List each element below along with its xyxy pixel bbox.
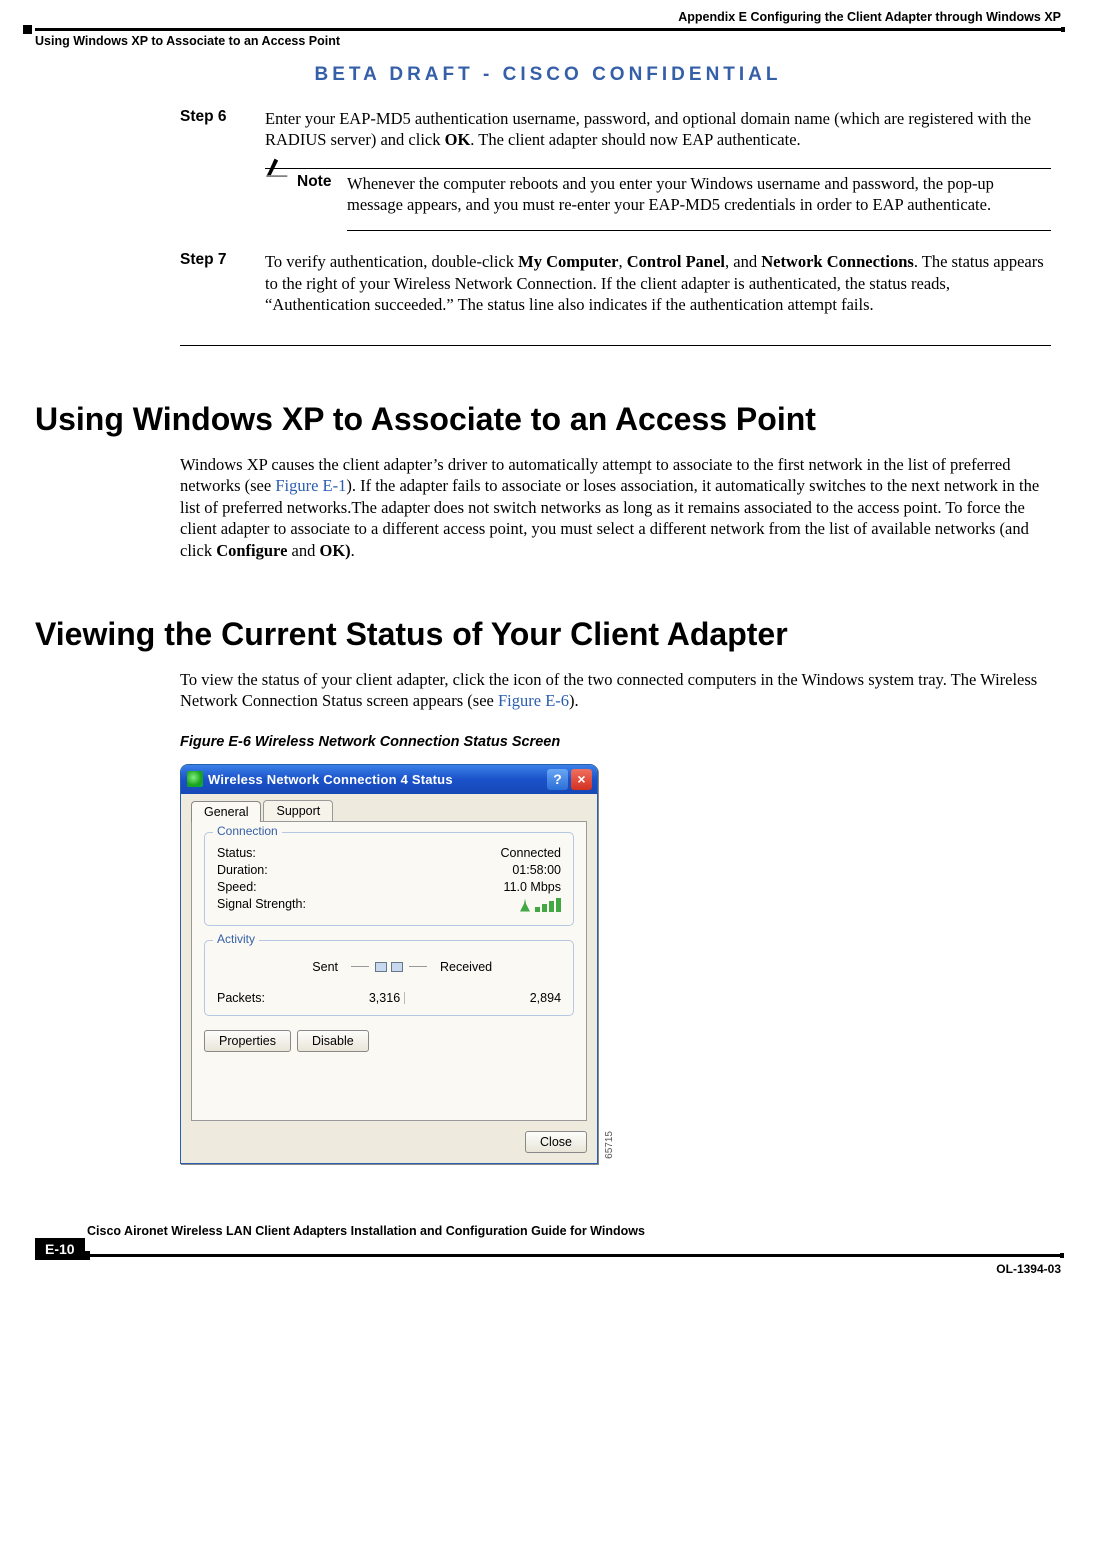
dialog-title: Wireless Network Connection 4 Status (208, 772, 544, 787)
step-7-b3: Network Connections (761, 252, 914, 271)
step-7: Step 7 To verify authentication, double-… (35, 251, 1061, 345)
footer-book-title: Cisco Aironet Wireless LAN Client Adapte… (35, 1220, 1061, 1238)
disable-button[interactable]: Disable (297, 1030, 369, 1052)
appendix-title: Appendix E Configuring the Client Adapte… (678, 10, 1061, 24)
tab-strip: General Support (191, 800, 587, 821)
signal-label: Signal Strength: (217, 897, 389, 912)
pencil-note-icon (265, 155, 297, 182)
step-7-body: To verify authentication, double-click M… (265, 251, 1051, 314)
para1-b2: OK) (319, 541, 350, 560)
step-7-pre: To verify authentication, double-click (265, 252, 518, 271)
para1-t3: and (287, 541, 319, 560)
tab-general[interactable]: General (191, 801, 261, 822)
signal-bars-icon (520, 898, 561, 912)
para1-b1: Configure (216, 541, 287, 560)
figure-image-id: 65715 (604, 1131, 615, 1159)
step-7-mid2: , and (725, 252, 761, 271)
para-status: To view the status of your client adapte… (35, 669, 1061, 712)
heading-status: Viewing the Current Status of Your Clien… (35, 616, 1061, 653)
received-label: Received (430, 960, 516, 974)
page: Appendix E Configuring the Client Adapte… (0, 0, 1096, 1296)
dialog-titlebar[interactable]: Wireless Network Connection 4 Status ? × (181, 765, 597, 794)
para1-t4: . (351, 541, 355, 560)
para2-t1: To view the status of your client adapte… (180, 670, 1037, 710)
group-connection-legend: Connection (213, 824, 282, 838)
para2-t2: ). (569, 691, 579, 710)
step-6-body: Enter your EAP-MD5 authentication userna… (265, 108, 1051, 150)
packets-received-value: 2,894 (446, 991, 561, 1005)
step-7-b1: My Computer (518, 252, 618, 271)
group-activity-legend: Activity (213, 932, 259, 946)
close-button[interactable]: × (571, 769, 592, 790)
status-label: Status: (217, 846, 389, 860)
step-7-b2: Control Panel (627, 252, 725, 271)
tab-support[interactable]: Support (263, 800, 333, 821)
step-6-text-b: . The client adapter should now EAP auth… (470, 130, 800, 149)
duration-label: Duration: (217, 863, 389, 877)
footer-rule (85, 1254, 1061, 1257)
group-connection: Connection Status: Connected Duration: 0… (204, 832, 574, 926)
speed-label: Speed: (217, 880, 389, 894)
note-text: Whenever the computer reboots and you en… (347, 169, 1051, 223)
status-value: Connected (389, 846, 561, 860)
note-block: Note Whenever the computer reboots and y… (265, 168, 1051, 223)
speed-value: 11.0 Mbps (389, 880, 561, 894)
header-section: Using Windows XP to Associate to an Acce… (35, 31, 1061, 48)
tab-panel: Connection Status: Connected Duration: 0… (191, 821, 587, 1121)
packets-sent-value: 3,316 (369, 991, 400, 1005)
step-6: Step 6 Enter your EAP-MD5 authentication… (35, 108, 1061, 223)
status-dialog: Wireless Network Connection 4 Status ? ×… (180, 764, 598, 1164)
step-6-ok: OK (445, 130, 471, 149)
footer-doc-number: OL-1394-03 (35, 1260, 1061, 1276)
para-associate: Windows XP causes the client adapter’s d… (35, 454, 1061, 561)
wireless-icon (187, 771, 203, 787)
figure-caption: Figure E-6 Wireless Network Connection S… (35, 734, 1061, 750)
sent-label: Sent (262, 960, 348, 974)
section-end-rule (180, 345, 1051, 346)
link-figure-e6[interactable]: Figure E-6 (498, 691, 569, 710)
confidential-banner: BETA DRAFT - CISCO CONFIDENTIAL (35, 64, 1061, 86)
activity-computers-icon (372, 953, 406, 981)
button-row: Properties Disable (204, 1030, 574, 1052)
page-footer: Cisco Aironet Wireless LAN Client Adapte… (35, 1220, 1061, 1276)
divider (404, 992, 405, 1004)
step-6-label: Step 6 (180, 108, 265, 150)
link-figure-e1[interactable]: Figure E-1 (275, 476, 346, 495)
step-7-mid1: , (619, 252, 627, 271)
running-header: Appendix E Configuring the Client Adapte… (35, 10, 1061, 26)
header-rule (35, 28, 1061, 31)
note-label: Note (297, 169, 347, 191)
packets-label: Packets: (217, 991, 332, 1005)
signal-strength-indicator (389, 897, 561, 912)
heading-associate: Using Windows XP to Associate to an Acce… (35, 401, 1061, 438)
step-7-label: Step 7 (180, 251, 265, 314)
help-button[interactable]: ? (547, 769, 568, 790)
page-number: E-10 (35, 1238, 85, 1260)
close-dialog-button[interactable]: Close (525, 1131, 587, 1153)
dialog-body: General Support Connection Status: Conne… (181, 794, 597, 1163)
properties-button[interactable]: Properties (204, 1030, 291, 1052)
group-activity: Activity Sent Received Packets: 3,316 2, (204, 940, 574, 1016)
duration-value: 01:58:00 (389, 863, 561, 877)
